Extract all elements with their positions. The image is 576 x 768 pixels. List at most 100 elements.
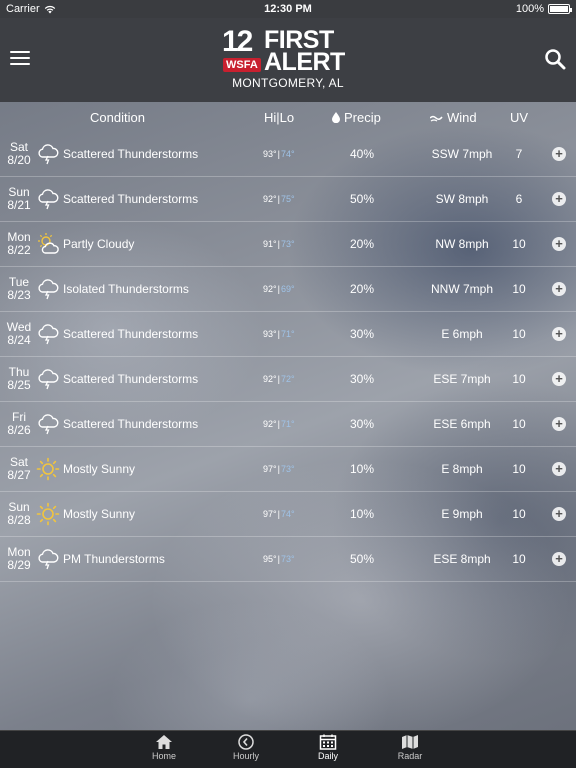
expand-plus-icon[interactable]: + — [552, 282, 566, 296]
temp-separator: | — [277, 419, 280, 429]
forecast-date: 8/22 — [7, 243, 31, 257]
header-condition: Condition — [90, 110, 145, 125]
wind-value: ESE 8mph — [433, 552, 491, 566]
forecast-row[interactable]: Sun 8/28 Mostly Sunny 97°|74° 10% E 9mph 10 + — [0, 492, 576, 537]
temp-separator: | — [277, 284, 280, 294]
uv-index: 6 — [515, 192, 523, 206]
clock-icon — [216, 734, 276, 750]
wind-value: SW 8mph — [435, 192, 489, 206]
uv-index: 7 — [515, 147, 523, 161]
precip-chance: 30% — [349, 372, 375, 386]
thunderstorm-icon — [36, 322, 60, 346]
thunderstorm-icon — [36, 367, 60, 391]
partly-cloudy-icon — [36, 232, 60, 256]
battery-info: 100% — [515, 3, 572, 15]
header-uv: UV — [510, 110, 529, 125]
uv-index: 10 — [512, 327, 526, 341]
forecast-day: Mon 8/29 — [4, 546, 34, 572]
tab-hourly[interactable]: Hourly — [216, 734, 276, 761]
header-wind-label: Wind — [447, 110, 477, 125]
bottom-tab-bar: Home Hourly Daily Radar — [0, 730, 576, 768]
high-temp: 93° — [263, 329, 277, 339]
tab-radar[interactable]: Radar — [380, 734, 440, 761]
expand-plus-icon[interactable]: + — [552, 552, 566, 566]
expand-plus-icon[interactable]: + — [552, 507, 566, 521]
forecast-row[interactable]: Sat 8/27 Mostly Sunny 97°|73° 10% E 8mph 10 + — [0, 447, 576, 492]
forecast-row[interactable]: Mon 8/22 Partly Cloudy 91°|73° 20% NW 8mph 10 + — [0, 222, 576, 267]
app-header: 12 WSFA FIRST ALERT MONTGOMERY, AL — [0, 18, 576, 102]
battery-icon — [548, 4, 572, 14]
temp-separator: | — [277, 329, 280, 339]
wind-value: E 9mph — [441, 507, 483, 521]
expand-plus-icon[interactable]: + — [552, 237, 566, 251]
forecast-row[interactable]: Sun 8/21 Scattered Thunderstorms 92°|75° 50%… — [0, 177, 576, 222]
forecast-day: Sun 8/28 — [4, 501, 34, 527]
condition-text: Scattered Thunderstorms — [63, 327, 199, 341]
forecast-date: 8/29 — [7, 558, 31, 572]
first-alert-logo: 12 WSFA FIRST ALERT — [222, 27, 357, 78]
status-time: 12:30 PM — [264, 3, 312, 15]
forecast-date: 8/28 — [7, 513, 31, 527]
tab-home[interactable]: Home — [134, 734, 194, 761]
expand-plus-icon[interactable]: + — [552, 192, 566, 206]
thunderstorm-icon — [36, 547, 60, 571]
precip-chance: 50% — [349, 552, 375, 566]
wind-value: ESE 7mph — [433, 372, 491, 386]
forecast-date: 8/20 — [7, 153, 31, 167]
uv-index: 10 — [512, 507, 526, 521]
forecast-column-headers: Condition Hi|Lo Precip Wind UV — [0, 102, 576, 132]
low-temp: 71° — [280, 419, 295, 429]
condition-text: Partly Cloudy — [63, 237, 135, 251]
hi-lo-temps: 93°|71° — [263, 329, 295, 339]
condition-text: Scattered Thunderstorms — [63, 192, 199, 206]
hi-lo-temps: 92°|72° — [263, 374, 295, 384]
condition-text: PM Thunderstorms — [63, 552, 165, 566]
high-temp: 92° — [263, 374, 277, 384]
expand-plus-icon[interactable]: + — [552, 147, 566, 161]
temp-separator: | — [277, 149, 280, 159]
logo-station-name: WSFA — [223, 58, 261, 72]
hi-lo-temps: 95°|73° — [263, 554, 295, 564]
wind-value: E 6mph — [441, 327, 483, 341]
battery-percent: 100% — [515, 3, 544, 15]
search-icon[interactable] — [544, 48, 566, 70]
high-temp: 97° — [263, 464, 277, 474]
tab-daily[interactable]: Daily — [298, 734, 358, 761]
sun-icon — [36, 502, 60, 526]
forecast-row[interactable]: Fri 8/26 Scattered Thunderstorms 92°|71° 30%… — [0, 402, 576, 447]
battery-level-fill — [550, 6, 568, 12]
forecast-row[interactable]: Mon 8/29 PM Thunderstorms 95°|73° 50% ESE 8mp… — [0, 537, 576, 582]
temp-separator: | — [277, 194, 280, 204]
high-temp: 92° — [263, 284, 277, 294]
header-wind: Wind — [430, 110, 477, 125]
expand-plus-icon[interactable]: + — [552, 327, 566, 341]
condition-text: Mostly Sunny — [63, 507, 136, 521]
forecast-row[interactable]: Thu 8/25 Scattered Thunderstorms 92°|72° 30%… — [0, 357, 576, 402]
forecast-date: 8/27 — [7, 468, 31, 482]
expand-plus-icon[interactable]: + — [552, 417, 566, 431]
low-temp: 75° — [280, 194, 295, 204]
precip-chance: 20% — [349, 237, 375, 251]
low-temp: 73° — [280, 239, 295, 249]
forecast-day: Wed 8/24 — [4, 321, 34, 347]
expand-plus-icon[interactable]: + — [552, 372, 566, 386]
tab-label: Radar — [397, 751, 423, 761]
wind-value: SSW 7mph — [431, 147, 493, 161]
forecast-day: Thu 8/25 — [4, 366, 34, 392]
temp-separator: | — [277, 464, 280, 474]
condition-text: Mostly Sunny — [63, 462, 136, 476]
hi-lo-temps: 92°|71° — [263, 419, 295, 429]
forecast-date: 8/23 — [7, 288, 31, 302]
low-temp: 72° — [280, 374, 295, 384]
expand-plus-icon[interactable]: + — [552, 462, 566, 476]
forecast-date: 8/21 — [7, 198, 31, 212]
forecast-row[interactable]: Tue 8/23 Isolated Thunderstorms 92°|69° 20% N… — [0, 267, 576, 312]
uv-index: 10 — [512, 417, 526, 431]
low-temp: 71° — [280, 329, 295, 339]
uv-index: 10 — [512, 552, 526, 566]
forecast-row[interactable]: Wed 8/24 Scattered Thunderstorms 93°|71° 30%… — [0, 312, 576, 357]
hamburger-menu-icon[interactable] — [10, 51, 30, 67]
forecast-row[interactable]: Sat 8/20 Scattered Thunderstorms 93°|74° 40%… — [0, 132, 576, 177]
condition-text: Scattered Thunderstorms — [63, 417, 199, 431]
forecast-day: Sat 8/20 — [4, 141, 34, 167]
